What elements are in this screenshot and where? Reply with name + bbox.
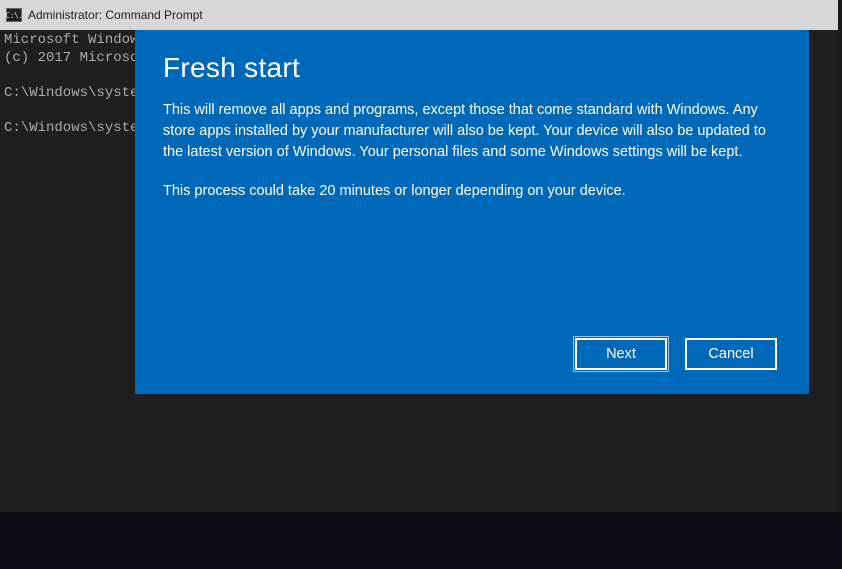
window-title: Administrator: Command Prompt [28,8,203,22]
dialog-paragraph: This process could take 20 minutes or lo… [163,181,781,202]
fresh-start-dialog: Fresh start This will remove all apps an… [135,30,809,394]
titlebar[interactable]: C:\. Administrator: Command Prompt [0,0,838,30]
terminal-line: C:\Windows\system [4,85,147,101]
terminal-line: C:\Windows\system [4,120,147,136]
cmd-icon: C:\. [6,8,22,22]
dialog-paragraph: This will remove all apps and programs, … [163,100,781,163]
desktop-background [0,512,842,569]
terminal-line: Microsoft Windows [4,32,147,48]
cancel-button[interactable]: Cancel [685,338,777,370]
dialog-button-row: Next Cancel [163,338,781,374]
dialog-body: This will remove all apps and programs, … [163,100,781,220]
terminal-line: (c) 2017 Microsof [4,50,147,66]
next-button[interactable]: Next [575,338,667,370]
dialog-title: Fresh start [163,52,781,84]
